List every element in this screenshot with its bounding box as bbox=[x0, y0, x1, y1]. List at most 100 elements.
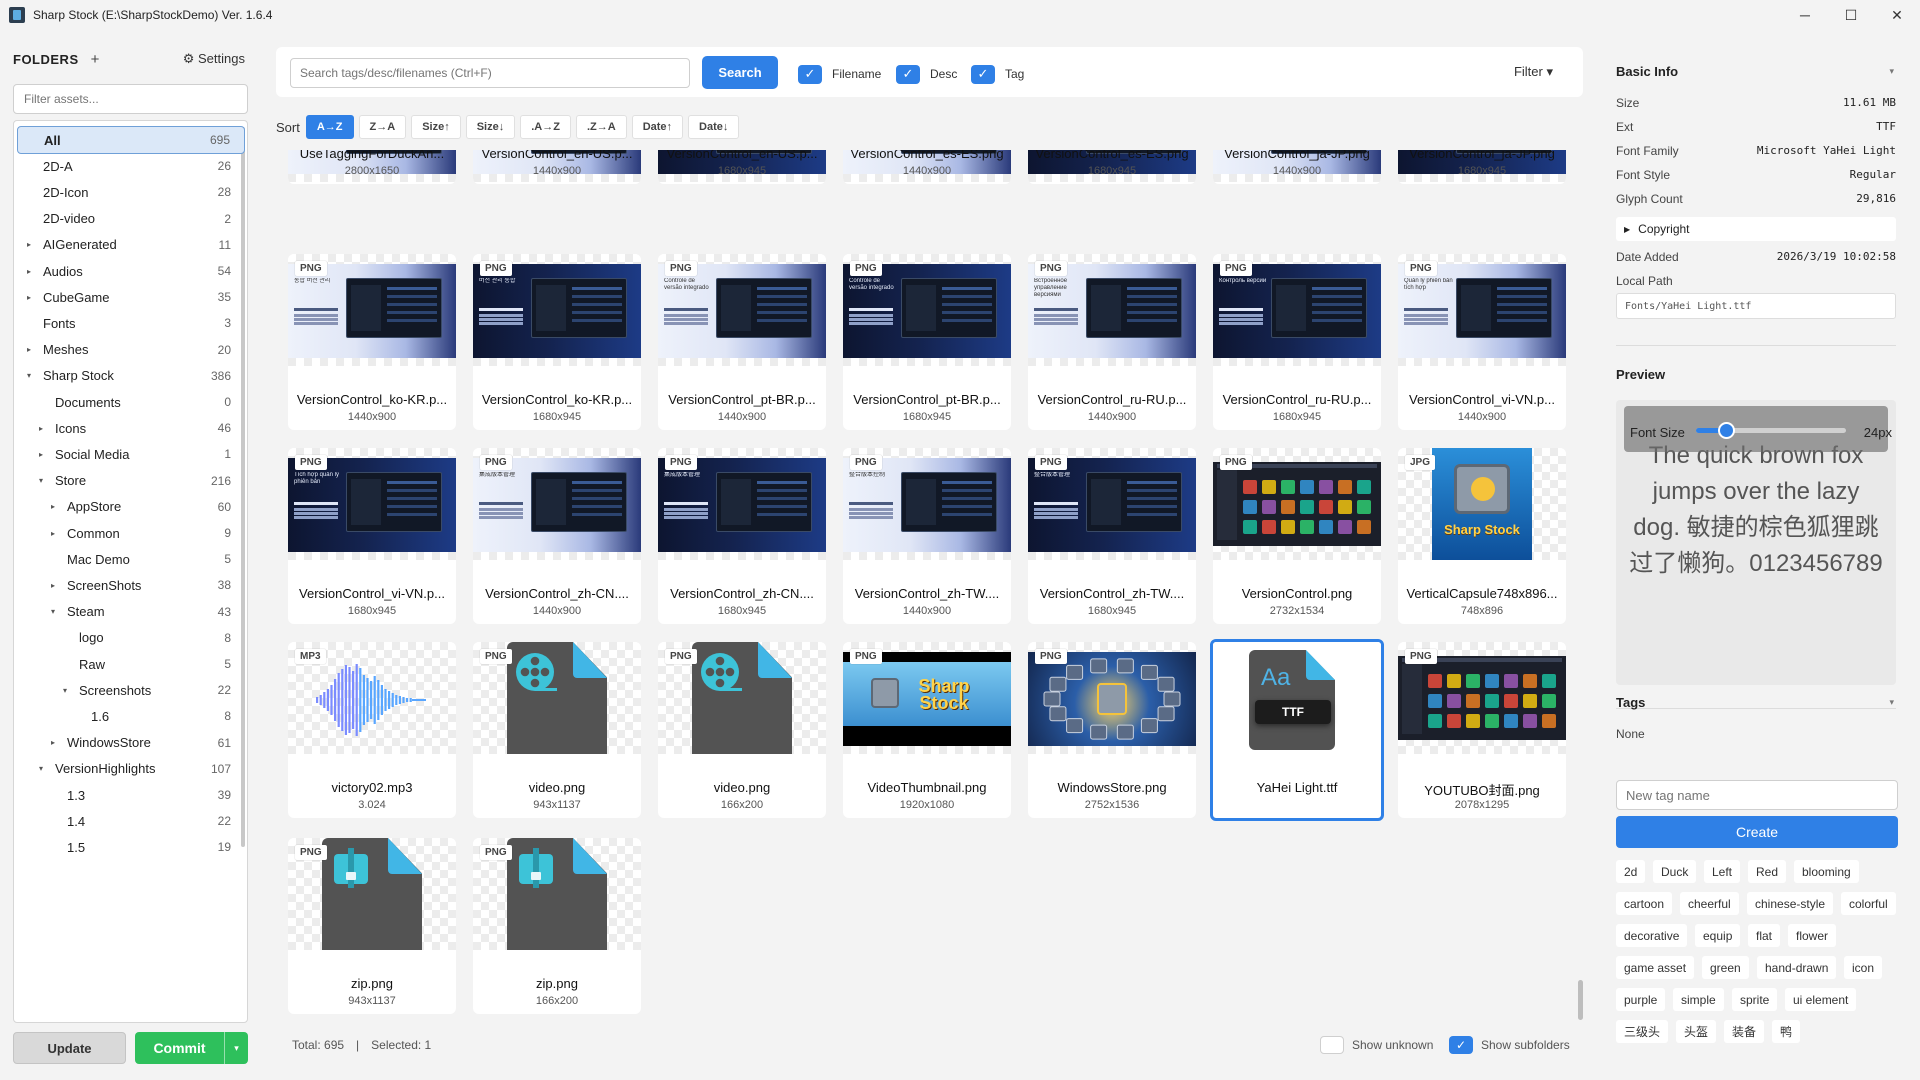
asset-card[interactable]: VersionControl_en-US.p... 1680x945 bbox=[658, 150, 826, 184]
folder-item[interactable]: 2D-video 2 bbox=[17, 205, 245, 233]
folder-item[interactable]: ▸ Social Media 1 bbox=[17, 440, 245, 468]
filter-dropdown[interactable]: Filter ▾ bbox=[1514, 64, 1553, 80]
asset-card[interactable]: PNG YOUTUBO封面.png 2078x1295 bbox=[1398, 642, 1566, 818]
expanded-arrow-icon[interactable]: ▾ bbox=[27, 371, 31, 380]
expanded-arrow-icon[interactable]: ▾ bbox=[39, 476, 43, 485]
tag-chip[interactable]: sprite bbox=[1732, 988, 1778, 1011]
show-unknown-checkbox[interactable]: Show unknown bbox=[1320, 1035, 1433, 1055]
close-button[interactable]: ✕ bbox=[1874, 0, 1920, 30]
new-tag-input[interactable] bbox=[1616, 780, 1898, 810]
tag-chip[interactable]: Duck bbox=[1653, 860, 1697, 883]
collapse-icon[interactable]: ▾ bbox=[1889, 66, 1894, 77]
folder-item[interactable]: ▸ WindowsStore 61 bbox=[17, 729, 245, 757]
copyright-expander[interactable]: ▶ Copyright bbox=[1616, 217, 1896, 241]
tag-chip[interactable]: Red bbox=[1748, 860, 1787, 883]
asset-card[interactable]: MP3 victory02.mp3 3.024 bbox=[288, 642, 456, 818]
update-button[interactable]: Update bbox=[13, 1032, 126, 1064]
tag-chip[interactable]: game asset bbox=[1616, 956, 1695, 979]
asset-card[interactable]: 통합 버전 관리 PNG VersionControl_ko-KR.p... 1440… bbox=[288, 254, 456, 430]
folder-item[interactable]: 1.6 8 bbox=[17, 702, 245, 730]
folder-item[interactable]: Raw 5 bbox=[17, 650, 245, 678]
sort-option-button[interactable]: A→Z bbox=[305, 115, 354, 139]
asset-card[interactable]: Sharp Stock JPG VerticalCapsule748x896... 7… bbox=[1398, 448, 1566, 624]
folder-item[interactable]: ▾ Steam 43 bbox=[17, 598, 245, 626]
add-folder-button[interactable]: + bbox=[91, 51, 100, 68]
tag-chip[interactable]: flower bbox=[1788, 924, 1837, 947]
tag-chip[interactable]: ui element bbox=[1785, 988, 1857, 1011]
asset-card[interactable]: VersionControl_ja-JP.png 1680x945 bbox=[1398, 150, 1566, 184]
asset-card[interactable]: PNG WindowsStore.png 2752x1536 bbox=[1028, 642, 1196, 818]
asset-card[interactable]: UseTaggingForDuckAn... 2800x1650 bbox=[288, 150, 456, 184]
filter-assets-input[interactable] bbox=[13, 84, 248, 114]
collapsed-arrow-icon[interactable]: ▸ bbox=[39, 450, 43, 459]
asset-card[interactable]: 集成版本管理 PNG VersionControl_zh-CN.... 1680x94… bbox=[658, 448, 826, 624]
folder-item[interactable]: 1.5 19 bbox=[17, 833, 245, 861]
collapsed-arrow-icon[interactable]: ▸ bbox=[27, 240, 31, 249]
asset-card[interactable]: 버전 관리 통합 PNG VersionControl_ko-KR.p... 1680… bbox=[473, 254, 641, 430]
folder-item[interactable]: ▾ VersionHighlights 107 bbox=[17, 755, 245, 783]
sort-option-button[interactable]: Size↓ bbox=[465, 115, 516, 139]
folder-item[interactable]: ▸ AIGenerated 11 bbox=[17, 231, 245, 259]
create-tag-button[interactable]: Create bbox=[1616, 816, 1898, 848]
asset-card[interactable]: Quản lý phiên bản tích hợp PNG VersionCont… bbox=[1398, 254, 1566, 430]
asset-card[interactable]: VersionControl_ja-JP.png 1440x900 bbox=[1213, 150, 1381, 184]
folder-item[interactable]: ▸ Common 9 bbox=[17, 519, 245, 547]
asset-card[interactable]: Встроенное управление версиями PNG Version… bbox=[1028, 254, 1196, 430]
desc-checkbox[interactable]: ✓ Desc bbox=[896, 64, 957, 84]
sort-option-button[interactable]: .A→Z bbox=[520, 115, 571, 139]
folder-item[interactable]: ▸ Audios 54 bbox=[17, 257, 245, 285]
collapsed-arrow-icon[interactable]: ▸ bbox=[27, 345, 31, 354]
tag-chip[interactable]: equip bbox=[1695, 924, 1741, 947]
tag-checkbox[interactable]: ✓ Tag bbox=[971, 64, 1024, 84]
asset-card[interactable]: Aa TTF YaHei Light.ttf bbox=[1210, 639, 1384, 821]
commit-dropdown-icon[interactable]: ▾ bbox=[224, 1032, 248, 1064]
tag-chip[interactable]: icon bbox=[1844, 956, 1883, 979]
tag-chip[interactable]: 头盔 bbox=[1676, 1020, 1717, 1043]
folder-item[interactable]: Mac Demo 5 bbox=[17, 545, 245, 573]
asset-card[interactable]: Sharp Stock PNG VideoThumbnail.png 1920x108… bbox=[843, 642, 1011, 818]
minimize-button[interactable]: ─ bbox=[1782, 0, 1828, 30]
folder-item[interactable]: Fonts 3 bbox=[17, 309, 245, 337]
collapsed-arrow-icon[interactable]: ▸ bbox=[51, 738, 55, 747]
asset-card[interactable]: 整合版本控制 PNG VersionControl_zh-TW.... 1440x90… bbox=[843, 448, 1011, 624]
sort-option-button[interactable]: Size↑ bbox=[411, 115, 461, 139]
tag-chip[interactable]: green bbox=[1702, 956, 1749, 979]
asset-card[interactable]: PNG video.png 943x1137 bbox=[473, 642, 641, 818]
commit-button[interactable]: Commit ▾ bbox=[135, 1032, 248, 1064]
folder-item[interactable]: Documents 0 bbox=[17, 388, 245, 416]
tag-chip[interactable]: blooming bbox=[1794, 860, 1859, 883]
folder-item[interactable]: ▸ Meshes 20 bbox=[17, 336, 245, 364]
asset-card[interactable]: VersionControl_es-ES.png 1440x900 bbox=[843, 150, 1011, 184]
sort-option-button[interactable]: Z→A bbox=[358, 115, 407, 139]
collapsed-arrow-icon[interactable]: ▸ bbox=[27, 267, 31, 276]
tag-chip[interactable]: purple bbox=[1616, 988, 1666, 1011]
tag-chip[interactable]: chinese-style bbox=[1747, 892, 1834, 915]
tag-chip[interactable]: decorative bbox=[1616, 924, 1688, 947]
asset-card[interactable]: Controle de versão integrado PNG VersionCo… bbox=[843, 254, 1011, 430]
tag-chip[interactable]: hand-drawn bbox=[1757, 956, 1837, 979]
tag-chip[interactable]: cheerful bbox=[1680, 892, 1739, 915]
expanded-arrow-icon[interactable]: ▾ bbox=[51, 607, 55, 616]
asset-card[interactable]: PNG zip.png 943x1137 bbox=[288, 838, 456, 1014]
sort-option-button[interactable]: .Z→A bbox=[575, 115, 627, 139]
filename-checkbox[interactable]: ✓ Filename bbox=[798, 64, 881, 84]
folder-item[interactable]: 2D-A 26 bbox=[17, 152, 245, 180]
asset-card[interactable]: PNG VersionControl.png 2732x1534 bbox=[1213, 448, 1381, 624]
asset-card[interactable]: VersionControl_en-US.p... 1440x900 bbox=[473, 150, 641, 184]
asset-card[interactable]: PNG zip.png 166x200 bbox=[473, 838, 641, 1014]
sort-option-button[interactable]: Date↑ bbox=[631, 115, 684, 139]
folder-item[interactable]: All 695 bbox=[17, 126, 245, 154]
collapsed-arrow-icon[interactable]: ▸ bbox=[51, 502, 55, 511]
tag-chip[interactable]: 鸭 bbox=[1772, 1020, 1801, 1043]
asset-card[interactable]: Controle de versão integrado PNG VersionCo… bbox=[658, 254, 826, 430]
folder-item[interactable]: ▸ Icons 46 bbox=[17, 414, 245, 442]
tag-chip[interactable]: flat bbox=[1748, 924, 1781, 947]
collapsed-arrow-icon[interactable]: ▸ bbox=[39, 424, 43, 433]
tag-chip[interactable]: 三级头 bbox=[1616, 1020, 1669, 1043]
settings-button[interactable]: ⚙ Settings bbox=[183, 51, 245, 67]
asset-card[interactable]: PNG video.png 166x200 bbox=[658, 642, 826, 818]
font-size-slider-handle[interactable] bbox=[1718, 422, 1735, 439]
local-path-field[interactable]: Fonts/YaHei Light.ttf bbox=[1616, 293, 1896, 319]
collapsed-arrow-icon[interactable]: ▸ bbox=[51, 529, 55, 538]
sort-option-button[interactable]: Date↓ bbox=[688, 115, 740, 139]
